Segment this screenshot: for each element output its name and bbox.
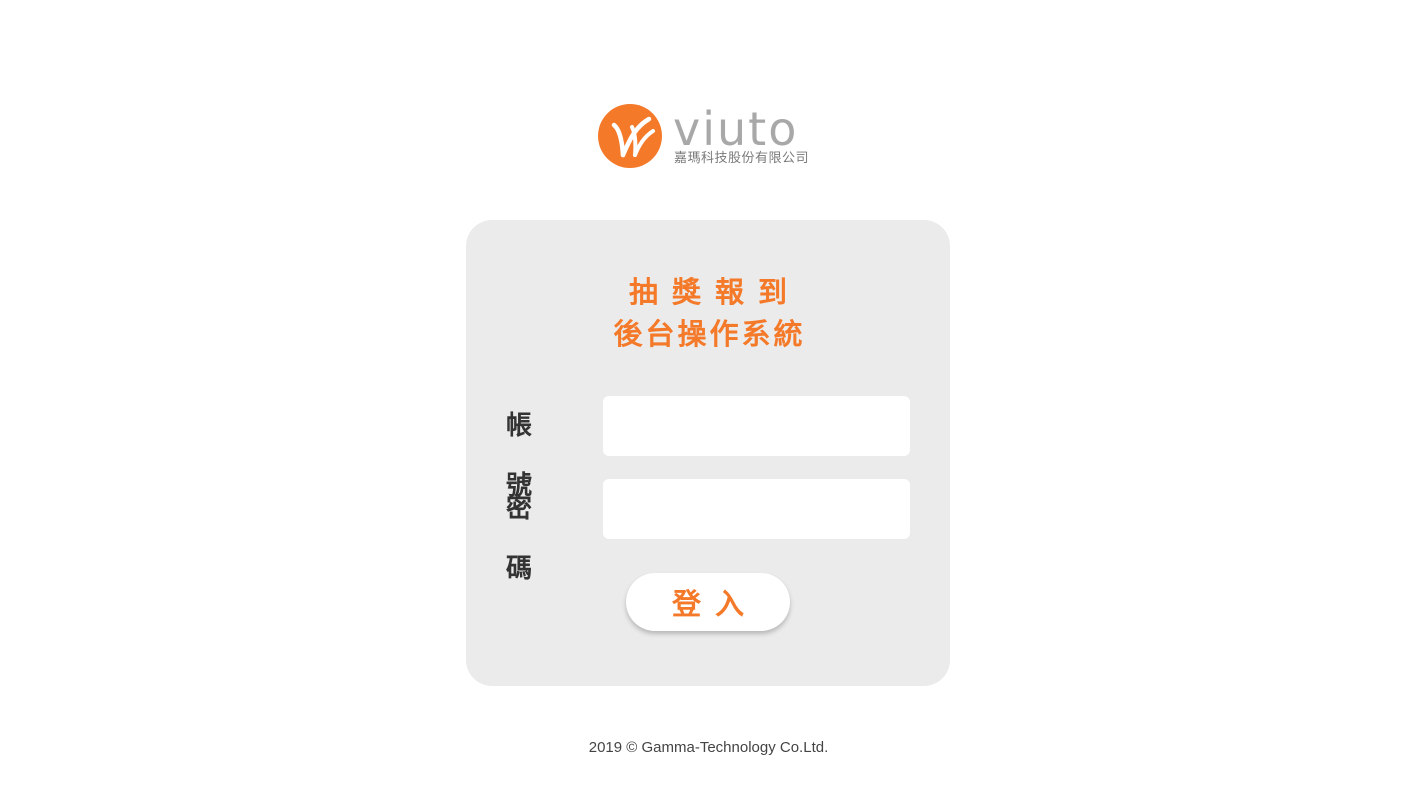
- company-name: 嘉瑪科技股份有限公司: [674, 151, 810, 166]
- password-input[interactable]: [603, 479, 910, 539]
- account-input[interactable]: [603, 396, 910, 456]
- login-title-line1: 抽獎報到: [628, 275, 801, 309]
- brand-logo: viuto 嘉瑪科技股份有限公司: [597, 103, 817, 173]
- password-label: 密碼: [506, 494, 555, 584]
- footer-copyright: 2019 © Gamma-Technology Co.Ltd.: [588, 739, 829, 756]
- login-card: 抽獎報到 後台操作系統 帳號 密碼 登入: [466, 220, 950, 686]
- viuto-logo-icon: [598, 104, 662, 168]
- login-button[interactable]: 登入: [626, 573, 790, 631]
- login-page: viuto 嘉瑪科技股份有限公司 抽獎報到 後台操作系統 帳號 密碼 登入 20…: [0, 0, 1417, 791]
- login-title-line2: 後台操作系統: [613, 317, 806, 351]
- brand-wordmark: viuto: [673, 102, 799, 156]
